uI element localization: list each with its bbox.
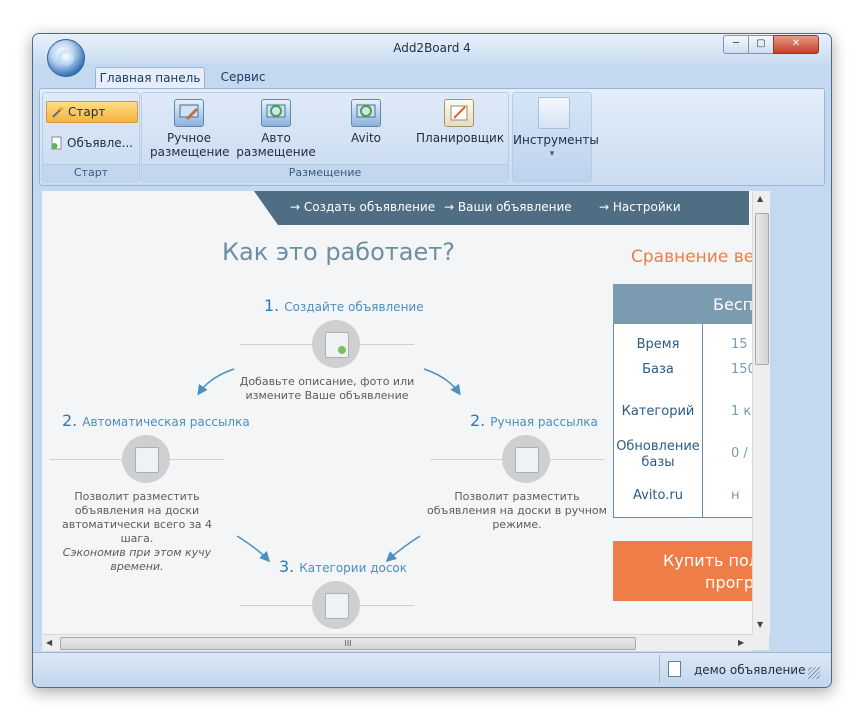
arrow-to-manual bbox=[423, 368, 461, 396]
arrow-to-auto bbox=[197, 368, 235, 396]
minimize-icon: ─ bbox=[732, 38, 740, 49]
row-value-base-update: 0 / м bbox=[731, 446, 752, 461]
flow-arrows bbox=[197, 368, 461, 563]
ribbon-tab-strip: Главная панель Сервис bbox=[33, 64, 831, 89]
close-button[interactable]: ✕ bbox=[773, 35, 819, 54]
app-logo-icon bbox=[58, 50, 74, 66]
start-button[interactable]: Старт bbox=[46, 101, 138, 123]
row-value-categories: 1 кат bbox=[731, 404, 752, 419]
row-label-time: Время bbox=[636, 337, 680, 352]
dropdown-arrow-icon: ▾ bbox=[549, 149, 555, 159]
row-label-avito: Avito.ru bbox=[633, 488, 683, 503]
ribbon-group-placement: Ручное размещение Авто размещение Avito bbox=[141, 92, 509, 182]
maximize-button[interactable]: ▢ bbox=[748, 35, 774, 54]
arrow-from-manual bbox=[385, 535, 421, 563]
auto-placement-label-1: Авто bbox=[261, 131, 291, 145]
auto-placement-button[interactable]: Авто размещение bbox=[234, 97, 318, 165]
document-icon bbox=[668, 661, 681, 677]
vertical-scrollbar[interactable]: ▲ ▼ bbox=[752, 191, 770, 634]
auto-placement-icon bbox=[261, 99, 291, 127]
buy-button-label-1: Купить пол bbox=[663, 551, 752, 570]
ribbon-group-start: Старт Объявле... Старт bbox=[42, 92, 140, 182]
wand-icon bbox=[51, 105, 65, 119]
tools-label: Инструменты bbox=[513, 133, 599, 147]
start-page-view: → Создать объявление → Ваши объявление →… bbox=[42, 191, 752, 634]
comparison-table-header: Беспл bbox=[613, 284, 752, 324]
scroll-down-icon[interactable]: ▼ bbox=[757, 620, 763, 629]
title-bar[interactable]: Add2Board 4 ─ ▢ ✕ bbox=[33, 34, 831, 64]
ads-button[interactable]: Объявле... bbox=[46, 133, 136, 153]
status-bar: демо объявление bbox=[33, 652, 831, 687]
avito-button[interactable]: Avito bbox=[338, 97, 394, 165]
row-label-categories: Категорий bbox=[621, 404, 695, 419]
auto-placement-label-2: размещение bbox=[236, 145, 316, 159]
buy-button-label-2: прогр bbox=[705, 573, 752, 592]
tools-dropdown-button[interactable]: Инструменты ▾ bbox=[512, 92, 599, 182]
row-value-time: 15 , bbox=[731, 337, 752, 352]
manual-placement-icon bbox=[174, 99, 204, 127]
horizontal-scrollbar[interactable]: ◀ III ▶ bbox=[42, 634, 752, 651]
app-window: Add2Board 4 ─ ▢ ✕ Главная панель Сервис … bbox=[32, 33, 832, 688]
start-button-label: Старт bbox=[68, 105, 106, 119]
manual-placement-label-2: размещение bbox=[150, 145, 230, 159]
tab-main-panel[interactable]: Главная панель bbox=[95, 67, 205, 89]
horizontal-scroll-thumb[interactable]: III bbox=[60, 637, 636, 650]
scroll-right-icon[interactable]: ▶ bbox=[738, 638, 744, 647]
buy-full-version-button[interactable]: Купить пол прогр bbox=[613, 541, 752, 601]
add-document-icon bbox=[50, 136, 64, 150]
scheduler-label: Планировщик bbox=[416, 131, 505, 145]
comparison-header-free: Беспл bbox=[713, 295, 752, 314]
avito-label: Avito bbox=[351, 131, 381, 145]
vertical-scroll-thumb[interactable] bbox=[755, 213, 769, 365]
app-menu-button[interactable] bbox=[47, 39, 85, 77]
row-label-base: База bbox=[642, 362, 674, 377]
tab-service[interactable]: Сервис bbox=[213, 67, 273, 88]
scheduler-button[interactable]: Планировщик bbox=[416, 97, 505, 165]
table-column-divider bbox=[702, 324, 703, 517]
comparison-table: Время 15 , База 150 Категорий 1 кат Обно… bbox=[613, 324, 752, 518]
scroll-left-icon[interactable]: ◀ bbox=[46, 638, 52, 647]
arrow-from-auto bbox=[236, 535, 271, 563]
avito-icon bbox=[351, 99, 381, 127]
resize-grip-icon[interactable] bbox=[808, 667, 820, 679]
manual-placement-button[interactable]: Ручное размещение bbox=[150, 97, 230, 165]
status-panel: демо объявление bbox=[659, 655, 822, 683]
minimize-button[interactable]: ─ bbox=[723, 35, 749, 54]
close-icon: ✕ bbox=[791, 38, 801, 49]
tools-icon bbox=[538, 97, 570, 129]
status-text: демо объявление bbox=[694, 663, 806, 677]
ribbon: Старт Объявле... Старт Ручное размещение bbox=[39, 88, 825, 186]
scheduler-icon bbox=[444, 99, 474, 127]
maximize-icon: ▢ bbox=[756, 38, 766, 49]
window-title: Add2Board 4 bbox=[393, 41, 471, 55]
ribbon-group-start-label: Старт bbox=[43, 164, 139, 181]
ribbon-group-placement-label: Размещение bbox=[142, 164, 508, 181]
row-value-avito: н bbox=[731, 488, 740, 503]
comparison-title: Сравнение вер bbox=[631, 247, 752, 267]
manual-placement-label-1: Ручное bbox=[167, 131, 211, 145]
scroll-corner bbox=[752, 634, 769, 650]
scroll-up-icon[interactable]: ▲ bbox=[757, 194, 763, 203]
ads-button-label: Объявле... bbox=[67, 136, 134, 150]
row-label-base-update: Обновление базы bbox=[616, 439, 700, 470]
row-value-base: 150 bbox=[731, 362, 752, 377]
